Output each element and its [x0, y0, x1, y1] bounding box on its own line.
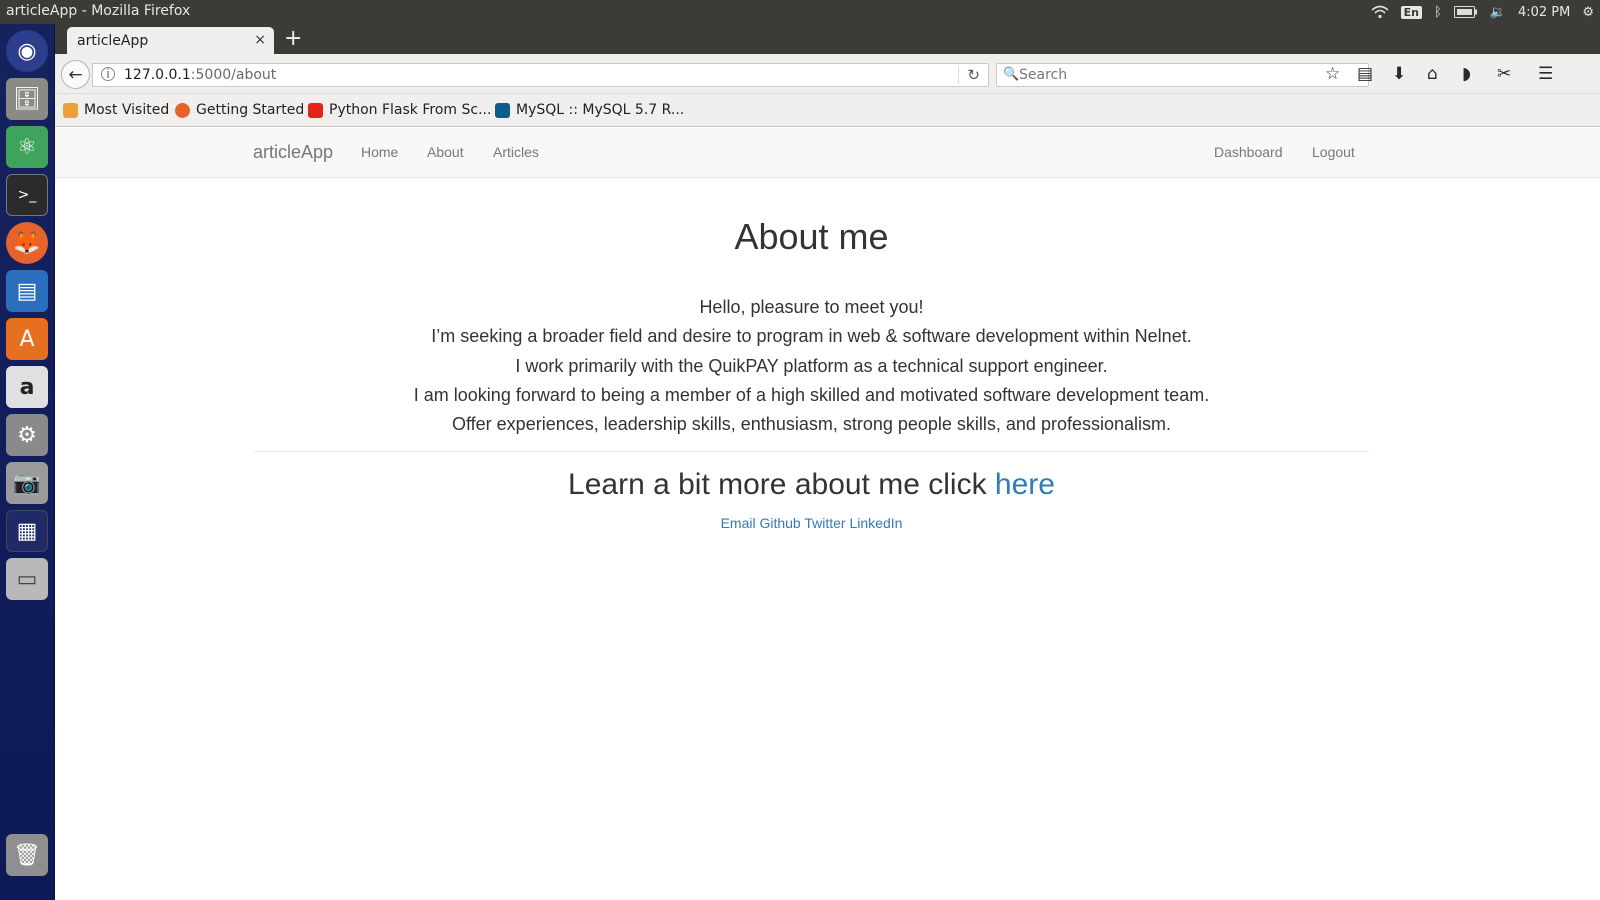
tab-strip: articleApp × +	[55, 24, 1600, 54]
back-button[interactable]: ←	[61, 60, 90, 89]
browser-tab[interactable]: articleApp ×	[67, 27, 274, 54]
writer-icon[interactable]: ▤	[6, 270, 48, 312]
bluetooth-icon[interactable]: ᛒ	[1434, 5, 1442, 20]
page-viewport: articleApp Home About Articles Dashboard…	[55, 128, 1600, 900]
firefox-icon[interactable]: 🦊	[6, 222, 48, 264]
tab-title: articleApp	[77, 33, 149, 49]
bookmarks-toolbar: Most Visited Getting Started Python Flas…	[55, 94, 1600, 127]
bookmark-label: MySQL :: MySQL 5.7 R...	[516, 102, 685, 118]
reload-icon[interactable]: ↻	[958, 66, 980, 84]
nav-dashboard[interactable]: Dashboard	[1214, 144, 1283, 160]
files-icon[interactable]: 🗄	[6, 78, 48, 120]
about-line: I work primarily with the QuikPAY platfo…	[515, 355, 1108, 376]
home-icon[interactable]: ⌂	[1427, 64, 1438, 84]
system-settings-icon[interactable]: ⚙	[6, 414, 48, 456]
bookmark-most-visited[interactable]: Most Visited	[63, 102, 169, 118]
bookmark-mysql[interactable]: MySQL :: MySQL 5.7 R...	[495, 102, 684, 118]
bookmark-python-flask[interactable]: Python Flask From Sc...	[308, 102, 491, 118]
reading-list-icon[interactable]: ▤	[1357, 64, 1373, 84]
about-line: I’m seeking a broader field and desire t…	[431, 326, 1192, 347]
atom-editor-icon[interactable]: ⚛	[6, 126, 48, 168]
nav-articles[interactable]: Articles	[493, 144, 539, 160]
search-icon: 🔍	[1003, 67, 1020, 82]
volume-icon[interactable]: 🔉	[1490, 5, 1506, 20]
search-bar[interactable]: 🔍 Search	[996, 63, 1369, 87]
search-placeholder: Search	[1019, 67, 1068, 83]
email-link[interactable]: Email	[721, 515, 756, 531]
learn-more-text: Learn a bit more about me click	[568, 468, 987, 501]
about-line: Hello, pleasure to meet you!	[699, 297, 924, 317]
os-top-panel: articleApp - Mozilla Firefox En ᛒ 🔉 4:02…	[0, 0, 1600, 24]
browser-toolbar: ← i 127.0.0.1:5000/about ↻ 🔍 Search ☆ ▤ …	[55, 54, 1600, 94]
battery-icon[interactable]	[1453, 6, 1478, 18]
folder-icon	[63, 102, 78, 118]
amazon-icon[interactable]: a	[6, 366, 48, 408]
extension-icon[interactable]: ✂	[1497, 64, 1511, 84]
bookmark-label: Most Visited	[84, 102, 170, 118]
about-line: I am looking forward to being a member o…	[413, 384, 1210, 405]
about-paragraph: Hello, pleasure to meet you! I’m seeking…	[55, 293, 1568, 439]
settings-gear-icon[interactable]: ⚙	[1582, 5, 1594, 20]
firefox-icon	[175, 102, 190, 118]
nav-logout[interactable]: Logout	[1312, 144, 1355, 160]
ubuntu-dash-icon[interactable]: ◉	[6, 30, 48, 72]
mysql-icon	[495, 102, 510, 118]
twitter-link[interactable]: Twitter	[804, 515, 845, 531]
window-title: articleApp - Mozilla Firefox	[6, 3, 191, 19]
divider	[253, 451, 1370, 452]
bookmark-label: Python Flask From Sc...	[329, 102, 492, 118]
bookmark-getting-started[interactable]: Getting Started	[175, 102, 304, 118]
site-navbar: articleApp Home About Articles Dashboard…	[55, 128, 1600, 178]
url-bar[interactable]: i 127.0.0.1:5000/about ↻	[92, 63, 989, 87]
clock[interactable]: 4:02 PM	[1518, 5, 1570, 20]
learn-more-heading: Learn a bit more about me click here	[55, 468, 1568, 502]
software-center-icon[interactable]: A	[6, 318, 48, 360]
workspace-switcher-icon[interactable]: ▦	[6, 510, 48, 552]
linkedin-link[interactable]: LinkedIn	[849, 515, 902, 531]
trash-icon[interactable]: 🗑	[6, 834, 48, 876]
nav-about[interactable]: About	[427, 144, 464, 160]
youtube-icon	[308, 102, 323, 118]
site-info-icon[interactable]: i	[101, 67, 115, 81]
github-link[interactable]: Github	[759, 515, 800, 531]
url-path: :5000/about	[190, 67, 277, 83]
menu-icon[interactable]: ☰	[1538, 64, 1553, 84]
bookmark-label: Getting Started	[196, 102, 305, 118]
terminal-icon[interactable]: >_	[6, 174, 48, 216]
unity-launcher: ◉ 🗄 ⚛ >_ 🦊 ▤ A a ⚙ 📷 ▦ ▭ 🗑	[0, 24, 55, 900]
site-brand[interactable]: articleApp	[253, 142, 333, 163]
drive-icon[interactable]: ▭	[6, 558, 48, 600]
keyboard-layout-indicator[interactable]: En	[1400, 5, 1422, 19]
page-title: About me	[734, 216, 889, 257]
new-tab-button[interactable]: +	[284, 27, 302, 51]
wifi-icon[interactable]	[1371, 5, 1389, 19]
system-tray: En ᛒ 🔉 4:02 PM ⚙	[1371, 0, 1594, 24]
here-link[interactable]: here	[995, 468, 1055, 501]
about-line: Offer experiences, leadership skills, en…	[451, 414, 1171, 435]
screenshot-icon[interactable]: 📷	[6, 462, 48, 504]
downloads-icon[interactable]: ⬇	[1392, 64, 1406, 84]
pocket-icon[interactable]: ◗	[1462, 64, 1471, 84]
tab-close-icon[interactable]: ×	[254, 32, 266, 48]
social-links: Email Github Twitter LinkedIn	[55, 515, 1568, 531]
nav-home[interactable]: Home	[361, 144, 398, 160]
bookmark-star-icon[interactable]: ☆	[1325, 64, 1340, 84]
url-host: 127.0.0.1	[124, 67, 191, 83]
